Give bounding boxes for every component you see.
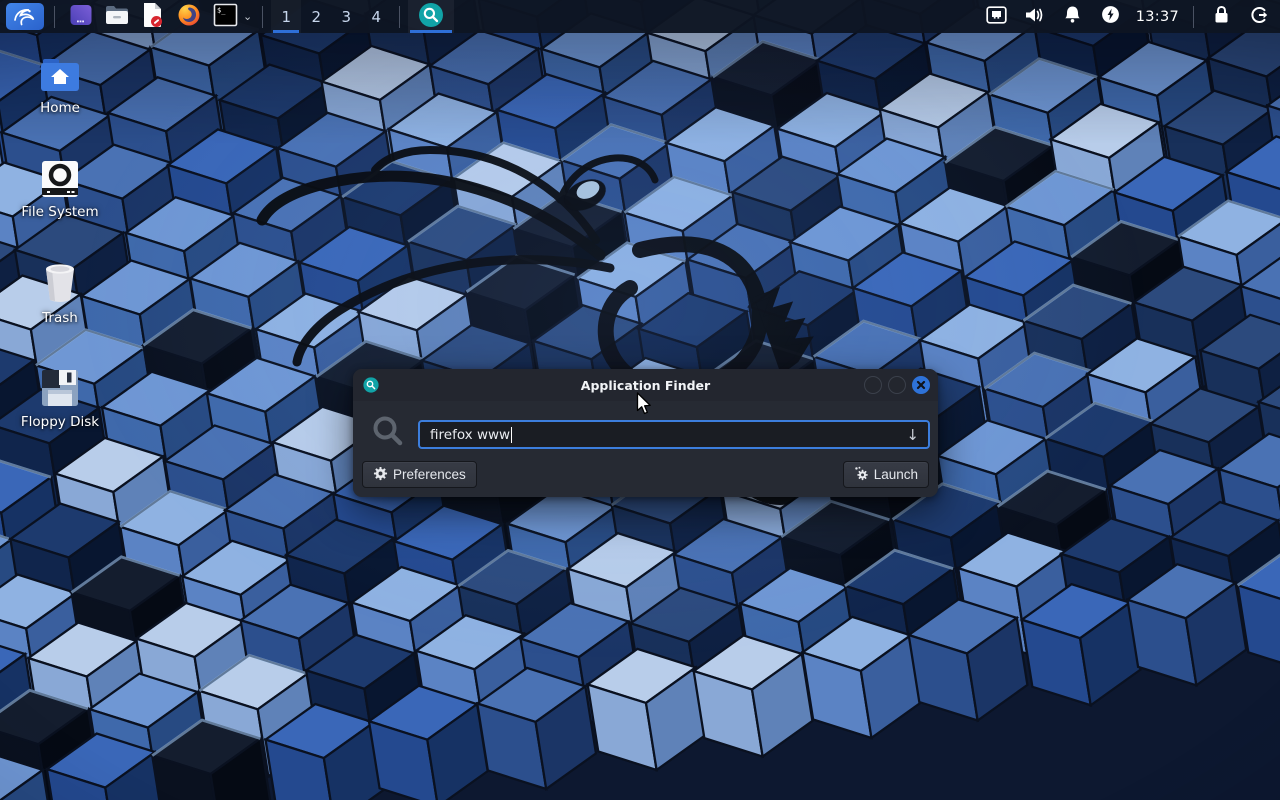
workspace-label: 2 — [311, 8, 321, 26]
firefox-icon — [177, 3, 201, 31]
desktop-app-icon — [69, 3, 93, 31]
desktop-icon-floppy-disk[interactable]: Floppy Disk — [4, 368, 116, 430]
firefox-launcher[interactable] — [174, 0, 204, 33]
file-manager-launcher[interactable] — [102, 0, 132, 33]
search-icon — [371, 414, 405, 452]
network-tray-button[interactable] — [986, 0, 1008, 33]
workspace-label: 4 — [371, 8, 381, 26]
lock-icon — [1213, 5, 1230, 28]
clock-text: 13:37 — [1136, 9, 1179, 25]
workspace-button-2[interactable]: 2 — [301, 0, 331, 33]
desktop-icon-label: File System — [4, 204, 116, 220]
dropdown-arrow-icon[interactable]: ↓ — [906, 426, 919, 444]
clock[interactable]: 13:37 — [1136, 0, 1179, 33]
preferences-button[interactable]: Preferences — [362, 461, 477, 488]
home-folder-icon — [4, 56, 116, 94]
application-finder-window: Application Finder firefox www — [353, 369, 938, 497]
app-finder-icon — [418, 2, 444, 32]
minimize-button[interactable] — [864, 376, 882, 394]
workspace-label: 1 — [281, 8, 291, 26]
maximize-button[interactable] — [888, 376, 906, 394]
trash-icon — [4, 262, 116, 304]
notifications-tray-button[interactable] — [1062, 0, 1084, 33]
workspace-button-3[interactable]: 3 — [331, 0, 361, 33]
file-system-drive-icon — [4, 160, 116, 198]
terminal-launcher[interactable]: $_ — [210, 0, 240, 33]
close-icon — [916, 380, 926, 390]
desktop-icon-label: Trash — [4, 310, 116, 326]
search-input[interactable]: firefox www ↓ — [418, 420, 930, 449]
chevron-down-icon: ⌄ — [243, 10, 252, 23]
kali-menu-button[interactable] — [6, 3, 44, 30]
panel-separator — [1193, 6, 1194, 28]
launch-label: Launch — [874, 467, 918, 482]
lock-screen-button[interactable] — [1210, 0, 1232, 33]
workspace-button-1[interactable]: 1 — [271, 0, 301, 33]
text-caret — [511, 427, 512, 443]
launch-button[interactable]: Launch — [843, 461, 929, 488]
window-title: Application Finder — [353, 378, 938, 393]
search-input-value: firefox www — [430, 427, 510, 443]
desktop-icon-label: Home — [4, 100, 116, 116]
desktop-icon-home[interactable]: Home — [4, 56, 116, 116]
tasklist-app-finder[interactable] — [408, 0, 454, 33]
preferences-label: Preferences — [393, 467, 466, 482]
terminal-dropdown-button[interactable]: ⌄ — [243, 0, 252, 33]
mouse-cursor — [636, 392, 654, 420]
workspace-label: 3 — [341, 8, 351, 26]
file-manager-icon — [104, 4, 130, 30]
gear-icon — [373, 466, 388, 484]
desktop-app-launcher[interactable] — [66, 0, 96, 33]
launch-icon — [854, 466, 869, 484]
text-editor-launcher[interactable] — [138, 0, 168, 33]
volume-tray-button[interactable] — [1024, 0, 1046, 33]
desktop: Home File System Trash — [0, 0, 1280, 800]
desktop-icon-label: Floppy Disk — [4, 414, 116, 430]
terminal-glyph: $_ — [217, 6, 226, 14]
panel-separator — [262, 6, 263, 28]
close-button[interactable] — [912, 376, 930, 394]
power-manager-tray-button[interactable] — [1100, 0, 1122, 33]
notifications-icon — [1063, 5, 1082, 28]
workspace-button-4[interactable]: 4 — [361, 0, 391, 33]
terminal-icon: $_ — [213, 3, 238, 31]
kali-menu-icon — [12, 4, 38, 30]
volume-icon — [1024, 6, 1045, 28]
network-icon — [986, 6, 1007, 28]
desktop-icon-trash[interactable]: Trash — [4, 262, 116, 326]
power-manager-icon — [1101, 5, 1120, 28]
desktop-icon-file-system[interactable]: File System — [4, 160, 116, 220]
logout-icon — [1249, 5, 1269, 29]
logout-button[interactable] — [1248, 0, 1270, 33]
text-editor-icon — [141, 2, 165, 32]
panel-separator — [399, 6, 400, 28]
button-row: Preferences — [353, 461, 938, 489]
floppy-disk-icon — [4, 368, 116, 408]
panel-separator — [54, 6, 55, 28]
top-panel: $_ ⌄ 1 2 3 4 — [0, 0, 1280, 33]
